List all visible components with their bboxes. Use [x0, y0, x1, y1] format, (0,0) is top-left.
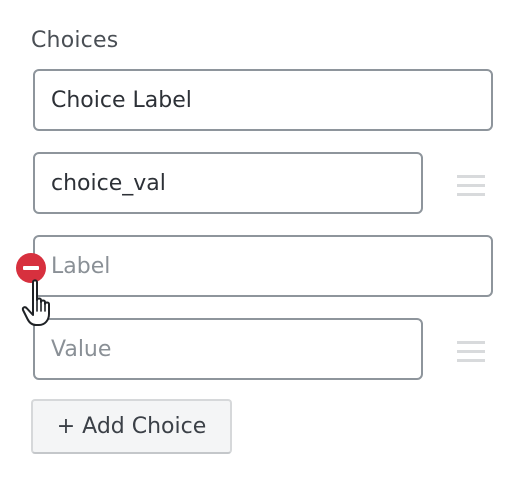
- section-title: Choices: [31, 28, 119, 53]
- choice-label-input[interactable]: [33, 69, 493, 131]
- choice-value-input[interactable]: [33, 152, 423, 214]
- add-choice-button[interactable]: + Add Choice: [31, 399, 232, 454]
- new-choice-label-input[interactable]: [33, 235, 493, 297]
- new-choice-value-input[interactable]: [33, 318, 423, 380]
- drag-handle-icon[interactable]: [457, 341, 485, 363]
- remove-choice-icon[interactable]: [16, 253, 46, 283]
- drag-handle-icon[interactable]: [457, 175, 485, 197]
